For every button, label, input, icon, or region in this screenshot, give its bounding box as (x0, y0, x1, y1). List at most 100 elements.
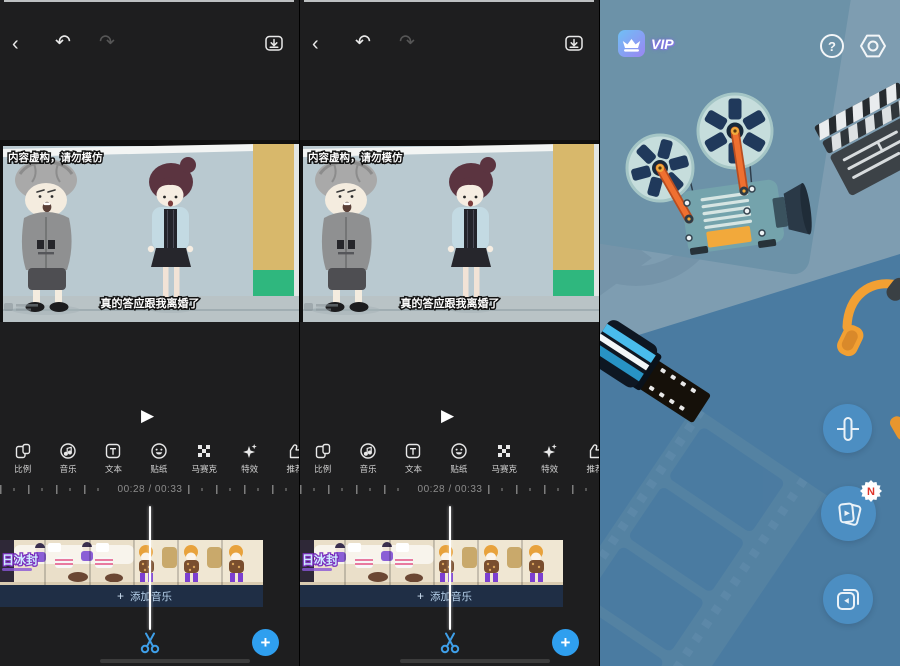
app-root: ‹ ↶ ↷ (0, 0, 900, 666)
edit-toolbar: 比例 音乐 文本 贴纸 马赛克 特效 (300, 441, 600, 479)
redo-button[interactable]: ↷ (99, 33, 115, 52)
video-cards-icon (833, 498, 865, 530)
effects-icon (541, 441, 559, 460)
toolbar-item-effects[interactable]: 特效 (527, 441, 572, 479)
recommend-icon (586, 441, 600, 460)
ratio-icon (14, 441, 32, 460)
undo-button[interactable]: ↶ (55, 33, 71, 52)
screen-top-edge (4, 0, 294, 2)
toolbar-item-recommend[interactable]: 推荐 (572, 441, 600, 479)
toolbar-item-ratio[interactable]: 比例 (0, 441, 45, 479)
toolbar-item-label: 推荐 (287, 463, 300, 475)
home-panel: VIP ? (600, 0, 900, 666)
toolbar-item-mosaic[interactable]: 马赛克 (182, 441, 227, 479)
editor-panel-left: ‹ ↶ ↷ (0, 0, 300, 666)
settings-button[interactable] (859, 32, 887, 65)
timeline-ruler[interactable]: 00:28 / 00:33 (0, 479, 300, 499)
home-indicator (400, 659, 550, 663)
gear-icon (859, 32, 887, 60)
split-clip-button[interactable] (438, 630, 462, 654)
total-duration: 00:33 (455, 484, 483, 495)
time-display: 00:28 / 00:33 (112, 484, 189, 495)
crown-icon (618, 30, 645, 57)
undo-icon: ↶ (355, 32, 371, 53)
editor-panel-right: ‹ ↶ ↷ (300, 0, 600, 666)
toolbar-item-label: 音乐 (60, 463, 77, 475)
music-icon (359, 441, 377, 460)
fab-templates-button[interactable]: N (821, 486, 876, 541)
toolbar-item-text[interactable]: 文本 (391, 441, 436, 479)
vip-label: VIP (651, 36, 674, 52)
current-time: 00:28 (418, 484, 446, 495)
toolbar-item-text[interactable]: 文本 (91, 441, 136, 479)
toolbar-item-music[interactable]: 音乐 (345, 441, 390, 479)
thumbnail-title: 日冰封 (2, 552, 38, 567)
timeline-ruler[interactable]: 00:28 / 00:33 (300, 479, 600, 499)
mosaic-icon (195, 441, 213, 460)
split-clip-button[interactable] (138, 630, 162, 654)
undo-button[interactable]: ↶ (355, 33, 371, 52)
recommend-icon (286, 441, 300, 460)
toolbar-item-sticker[interactable]: 贴纸 (436, 441, 481, 479)
vip-badge[interactable]: VIP (618, 30, 674, 57)
toolbar-item-label: 贴纸 (450, 463, 467, 475)
toolbar-item-label: 马赛克 (192, 463, 218, 475)
export-button[interactable] (264, 33, 284, 57)
add-clip-button[interactable]: + (252, 629, 279, 656)
play-icon: ▶ (441, 406, 454, 425)
scissors-icon (138, 630, 162, 654)
ruler-ticks (488, 484, 600, 494)
time-separator: / (448, 484, 451, 495)
fab-adjust-button[interactable] (823, 404, 872, 453)
play-button[interactable]: ▶ (441, 407, 454, 424)
mosaic-icon (495, 441, 513, 460)
video-preview[interactable]: 内容虚构，请勿模仿 真的答应跟我离婚了 (300, 140, 600, 322)
redo-button[interactable]: ↷ (399, 33, 415, 52)
disclaimer-text: 内容虚构，请勿模仿 (8, 151, 103, 164)
toolbar-item-mosaic[interactable]: 马赛克 (482, 441, 527, 479)
add-music-button[interactable]: + 添加音乐 (300, 585, 563, 607)
playhead (449, 506, 451, 630)
toolbar-item-ratio[interactable]: 比例 (300, 441, 345, 479)
scissors-icon (438, 630, 462, 654)
toolbar-item-label: 特效 (241, 463, 258, 475)
home-indicator (100, 659, 250, 663)
effects-icon (241, 441, 259, 460)
toolbar-item-recommend[interactable]: 推荐 (272, 441, 300, 479)
current-time: 00:28 (118, 484, 146, 495)
subtitle-text: 真的答应跟我离婚了 (401, 296, 500, 310)
fab-collection-button[interactable] (823, 574, 873, 624)
playhead (149, 506, 151, 630)
text-icon (104, 441, 122, 460)
play-button[interactable]: ▶ (141, 407, 154, 424)
toolbar-item-music[interactable]: 音乐 (45, 441, 90, 479)
help-icon: ? (819, 33, 845, 59)
back-button[interactable]: ‹ (312, 34, 319, 54)
toolbar-item-label: 比例 (14, 463, 31, 475)
ruler-ticks (0, 484, 112, 494)
toolbar-item-sticker[interactable]: 贴纸 (136, 441, 181, 479)
add-clip-button[interactable]: + (552, 629, 579, 656)
video-collection-icon (834, 585, 862, 613)
plus-icon: + (261, 633, 271, 653)
toolbar-item-effects[interactable]: 特效 (227, 441, 272, 479)
toolbar-item-label: 文本 (405, 463, 422, 475)
svg-text:N: N (867, 486, 875, 498)
clip-thumbnail-strip[interactable]: 日冰封 (0, 540, 263, 585)
video-preview[interactable]: 内容虚构，请勿模仿 真的答应跟我离婚了 (0, 140, 300, 322)
toolbar-item-label: 推荐 (587, 463, 600, 475)
plus-icon: + (417, 589, 424, 603)
clip-thumbnail-strip[interactable]: 日冰封 (300, 540, 563, 585)
add-music-button[interactable]: + 添加音乐 (0, 585, 263, 607)
export-button[interactable] (564, 33, 584, 57)
screen-top-edge (304, 0, 594, 2)
help-button[interactable]: ? (819, 33, 845, 64)
edit-toolbar: 比例 音乐 文本 贴纸 马赛克 特效 (0, 441, 300, 479)
toolbar-item-label: 特效 (541, 463, 558, 475)
ruler-ticks (188, 484, 300, 494)
add-music-label: 添加音乐 (130, 589, 172, 604)
svg-text:?: ? (828, 39, 836, 54)
back-button[interactable]: ‹ (12, 34, 19, 54)
sticker-icon (450, 441, 468, 460)
toolbar-item-label: 比例 (314, 463, 331, 475)
